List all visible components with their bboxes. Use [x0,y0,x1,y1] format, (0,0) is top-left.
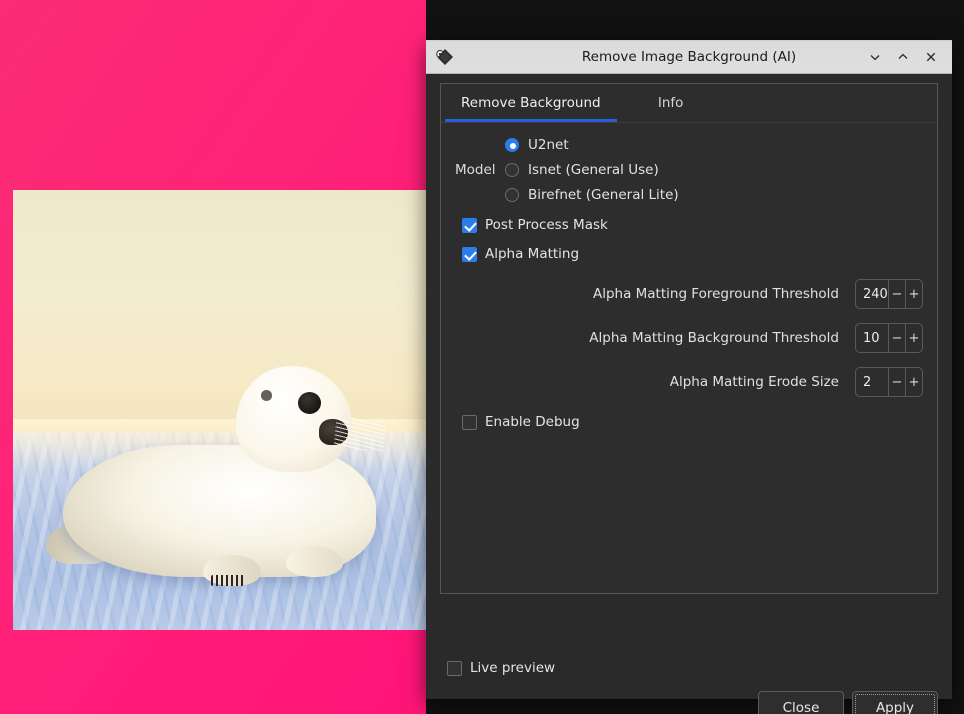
seal-eye-left [261,390,272,401]
alpha-matting-background-threshold-increment[interactable]: + [905,324,922,352]
seal-photo [13,190,426,630]
remove-background-dialog: Remove Image Background (AI) [426,40,952,699]
gimp-wilber-icon [433,45,457,69]
dialog-titlebar[interactable]: Remove Image Background (AI) [426,40,952,74]
checkbox-enable-debug[interactable]: Enable Debug [462,414,923,430]
close-button[interactable] [918,44,944,70]
alpha-matting-erode-size-decrement[interactable]: − [888,368,905,396]
radio-u2net-icon[interactable] [505,138,519,152]
settings-panel: Remove Background Info Model U2net [440,83,938,594]
checkbox-post-process-mask[interactable]: Post Process Mask [462,217,923,233]
close-dialog-button-label: Close [783,700,820,714]
radio-isnet-icon[interactable] [505,163,519,177]
window-controls [862,44,952,70]
tab-remove-background[interactable]: Remove Background [441,84,621,122]
alpha-matting-background-threshold-value[interactable]: 10 [856,324,888,352]
radio-birefnet-label: Birefnet (General Lite) [528,187,679,203]
radio-option-u2net[interactable]: U2net [505,137,679,153]
model-radio-group: U2net Isnet (General Use) Birefnet (Gene… [505,137,679,203]
alpha-matting-foreground-threshold-decrement[interactable]: − [888,280,905,308]
tab-bar: Remove Background Info [441,84,937,123]
seal-claws [211,575,244,586]
close-icon [924,50,938,64]
apply-button-label: Apply [876,700,914,714]
post-process-mask-label: Post Process Mask [485,217,608,233]
minimize-button[interactable] [862,44,888,70]
alpha-matting-foreground-threshold-spinner[interactable]: 240 − + [855,279,923,309]
alpha-matting-foreground-threshold-increment[interactable]: + [905,280,922,308]
alpha-matting-foreground-threshold-label: Alpha Matting Foreground Threshold [593,286,839,302]
radio-u2net-label: U2net [528,137,569,153]
checkbox-alpha-matting[interactable]: Alpha Matting [462,246,923,262]
chevron-up-icon [896,50,910,64]
row-alpha-matting-foreground-threshold: Alpha Matting Foreground Threshold 240 −… [455,279,923,309]
alpha-matting-erode-size-label: Alpha Matting Erode Size [670,374,839,390]
post-process-mask-checkbox-icon[interactable] [462,218,477,233]
dialog-action-buttons: Close Apply [758,691,938,714]
seal-front-flipper-right [286,546,344,577]
radio-option-birefnet[interactable]: Birefnet (General Lite) [505,187,679,203]
chevron-down-icon [868,50,882,64]
live-preview-label: Live preview [470,660,555,676]
radio-birefnet-icon[interactable] [505,188,519,202]
image-canvas[interactable] [0,0,426,714]
live-preview-checkbox-icon[interactable] [447,661,462,676]
alpha-matting-background-threshold-decrement[interactable]: − [888,324,905,352]
alpha-matting-erode-size-increment[interactable]: + [905,368,922,396]
radio-option-isnet[interactable]: Isnet (General Use) [505,162,679,178]
remove-background-tab-content: Model U2net Isnet (General Use) Biref [441,123,937,430]
enable-debug-label: Enable Debug [485,414,580,430]
row-alpha-matting-background-threshold: Alpha Matting Background Threshold 10 − … [455,323,923,353]
radio-isnet-label: Isnet (General Use) [528,162,659,178]
apply-button[interactable]: Apply [852,691,938,714]
alpha-matting-erode-size-value[interactable]: 2 [856,368,888,396]
alpha-matting-background-threshold-spinner[interactable]: 10 − + [855,323,923,353]
alpha-matting-erode-size-spinner[interactable]: 2 − + [855,367,923,397]
checkbox-live-preview[interactable]: Live preview [447,660,555,676]
photo-sky [13,190,426,445]
model-label: Model [455,162,505,178]
seal-eye-right [298,392,321,414]
alpha-matting-background-threshold-label: Alpha Matting Background Threshold [589,330,839,346]
tab-remove-background-label: Remove Background [461,95,601,111]
tab-info[interactable]: Info [621,84,721,122]
model-section: Model U2net Isnet (General Use) Biref [455,137,923,203]
maximize-button[interactable] [890,44,916,70]
row-alpha-matting-erode-size: Alpha Matting Erode Size 2 − + [455,367,923,397]
alpha-matting-foreground-threshold-value[interactable]: 240 [856,280,888,308]
close-dialog-button[interactable]: Close [758,691,844,714]
enable-debug-checkbox-icon[interactable] [462,415,477,430]
tab-info-label: Info [658,95,684,111]
alpha-matting-checkbox-icon[interactable] [462,247,477,262]
seal-whiskers [334,416,386,452]
alpha-matting-label: Alpha Matting [485,246,579,262]
dialog-body: Remove Background Info Model U2net [426,74,952,699]
